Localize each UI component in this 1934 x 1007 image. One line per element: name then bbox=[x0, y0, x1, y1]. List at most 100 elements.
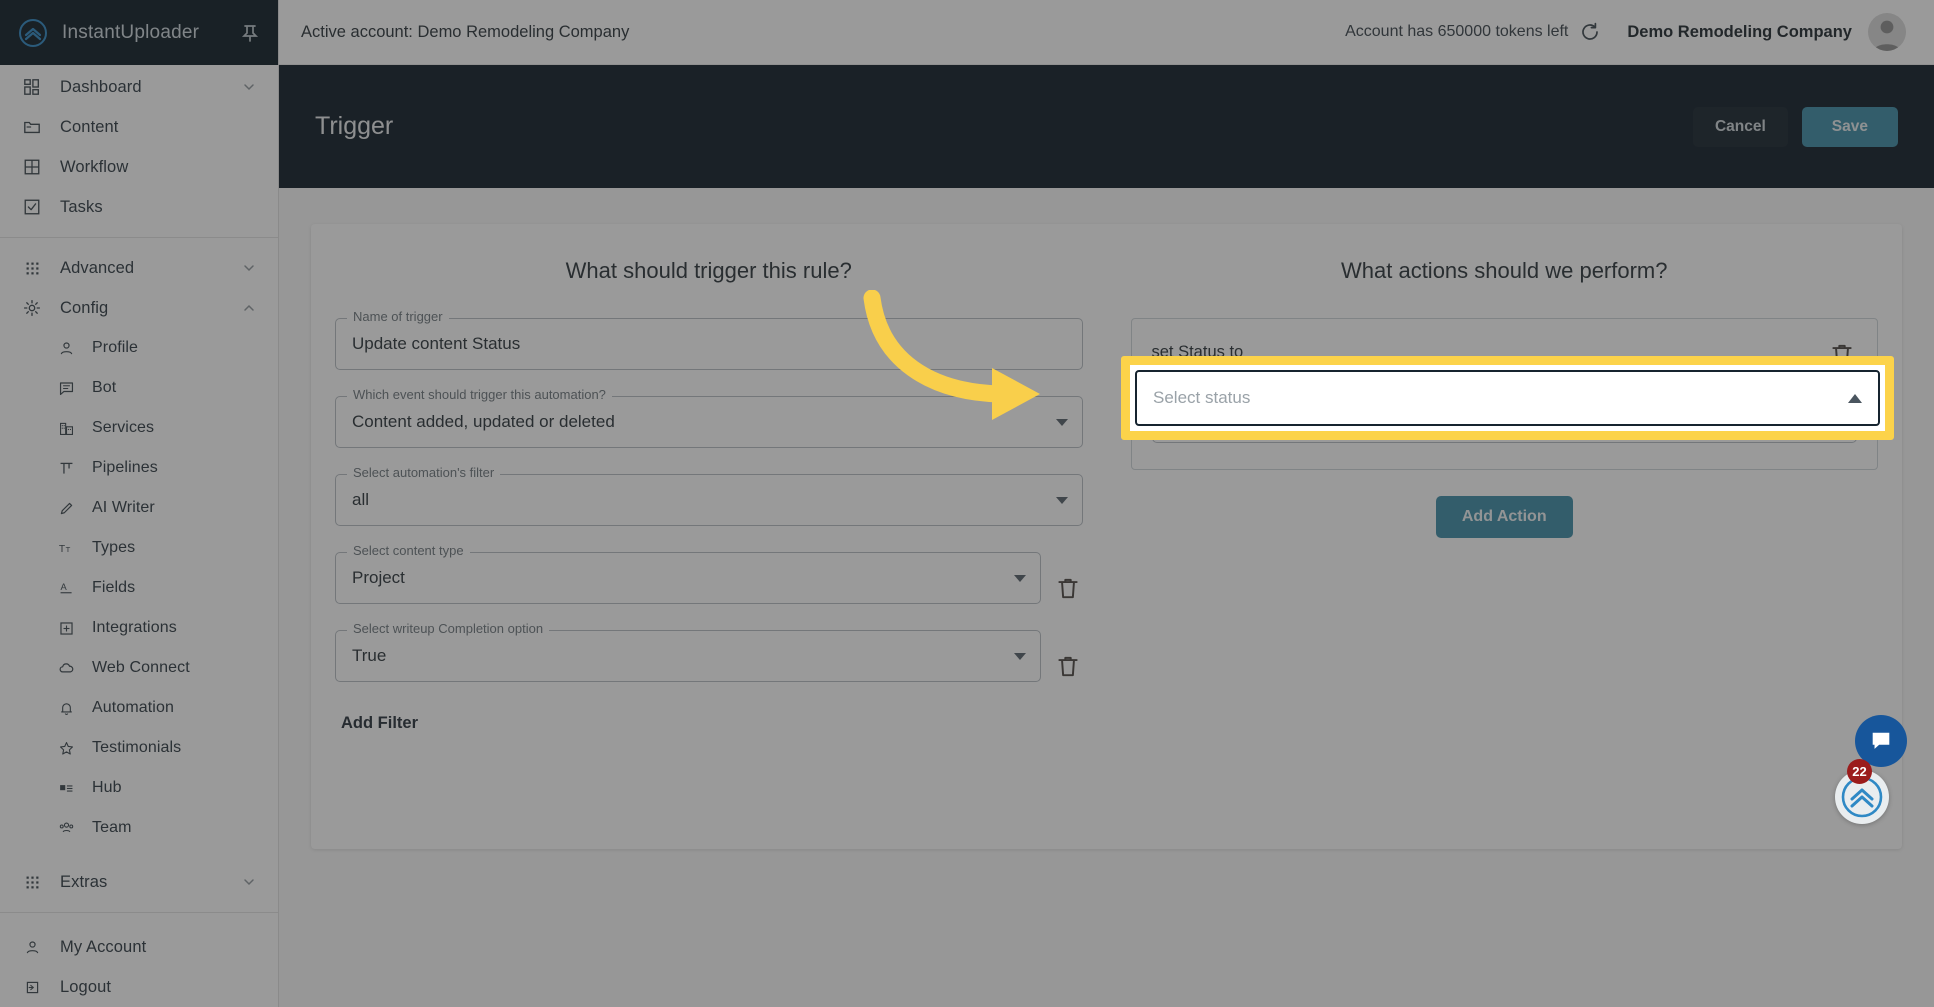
app-root: InstantUploader Dashboard Content Workfl… bbox=[0, 0, 1934, 1007]
chat-unread-badge: 22 bbox=[1847, 759, 1872, 784]
chevron-up-icon bbox=[242, 301, 256, 315]
chevron-down-icon[interactable] bbox=[1013, 652, 1026, 660]
pipeline-icon bbox=[56, 458, 76, 478]
sidebar-item-logout[interactable]: Logout bbox=[0, 967, 278, 1007]
sidebar-item-team[interactable]: Team bbox=[0, 808, 278, 848]
sidebar-item-my-account[interactable]: My Account bbox=[0, 927, 278, 967]
automation-filter-value[interactable]: all bbox=[352, 490, 1056, 510]
sidebar-group-advanced[interactable]: Advanced bbox=[0, 248, 278, 288]
bell-icon bbox=[56, 698, 76, 718]
filter-row-content-type: Select content type Project bbox=[335, 543, 1083, 630]
sidebar-item-profile[interactable]: Profile bbox=[0, 328, 278, 368]
save-button[interactable]: Save bbox=[1801, 106, 1898, 147]
event-select-value[interactable]: Content added, updated or deleted bbox=[352, 412, 1056, 432]
brand-name: InstantUploader bbox=[62, 21, 200, 43]
add-filter-button[interactable]: Add Filter bbox=[341, 714, 418, 733]
add-action-button[interactable]: Add Action bbox=[1435, 496, 1573, 538]
writeup-completion-value[interactable]: True bbox=[352, 646, 1014, 666]
chevron-down-icon[interactable] bbox=[1055, 418, 1068, 426]
cancel-button[interactable]: Cancel bbox=[1692, 106, 1788, 147]
field-legend: Select content type bbox=[347, 543, 470, 558]
sidebar-item-testimonials[interactable]: Testimonials bbox=[0, 728, 278, 768]
svg-text:T: T bbox=[65, 544, 70, 553]
field-writeup-completion[interactable]: Select writeup Completion option True bbox=[335, 621, 1041, 682]
trigger-heading: What should trigger this rule? bbox=[565, 258, 852, 283]
top-bar: Active account: Demo Remodeling Company … bbox=[279, 0, 1934, 65]
field-legend: Which event should trigger this automati… bbox=[347, 387, 612, 402]
sidebar-group-extras[interactable]: Extras bbox=[0, 862, 278, 902]
sidebar-item-dashboard[interactable]: Dashboard bbox=[0, 67, 278, 107]
pin-icon[interactable] bbox=[240, 23, 260, 43]
text-format-icon: TT bbox=[56, 538, 76, 558]
sidebar-item-label: Automation bbox=[92, 699, 174, 716]
gear-icon bbox=[22, 298, 42, 318]
pencil-icon bbox=[56, 498, 76, 518]
sidebar-item-services[interactable]: Services bbox=[0, 408, 278, 448]
sidebar-item-automation[interactable]: Automation bbox=[0, 688, 278, 728]
svg-text:A: A bbox=[60, 582, 67, 592]
double-chevron-up-circle-icon bbox=[18, 18, 48, 48]
logout-icon bbox=[22, 977, 42, 997]
person-icon bbox=[56, 338, 76, 358]
sidebar-item-label: Fields bbox=[92, 579, 136, 596]
sidebar-item-integrations[interactable]: Integrations bbox=[0, 608, 278, 648]
sidebar-item-web-connect[interactable]: Web Connect bbox=[0, 648, 278, 688]
refresh-icon[interactable] bbox=[1579, 21, 1601, 43]
field-name-of-trigger[interactable]: Name of trigger Update content Status bbox=[335, 309, 1083, 370]
field-legend: Name of trigger bbox=[347, 309, 449, 324]
chevron-down-icon[interactable] bbox=[1013, 574, 1026, 582]
sidebar-item-label: Team bbox=[92, 819, 132, 836]
sidebar-item-label: Testimonials bbox=[92, 739, 182, 756]
building-icon bbox=[56, 418, 76, 438]
trash-icon[interactable] bbox=[1055, 653, 1083, 681]
sidebar-item-label: Pipelines bbox=[92, 459, 158, 476]
status-select-dropdown[interactable]: Select status bbox=[1121, 356, 1894, 440]
sidebar-item-label: Tasks bbox=[60, 197, 103, 216]
company-name: Demo Remodeling Company bbox=[1627, 22, 1852, 41]
field-event-select[interactable]: Which event should trigger this automati… bbox=[335, 387, 1083, 448]
trash-icon[interactable] bbox=[1055, 575, 1083, 603]
sidebar-group-config[interactable]: Config bbox=[0, 288, 278, 328]
apps-grid-icon bbox=[22, 872, 42, 892]
apps-grid-icon bbox=[22, 258, 42, 278]
active-account-text: Active account: Demo Remodeling Company bbox=[301, 22, 630, 41]
sidebar-item-tasks[interactable]: Tasks bbox=[0, 187, 278, 227]
sidebar-item-label: Dashboard bbox=[60, 77, 142, 96]
sidebar-item-label: Logout bbox=[60, 977, 112, 996]
sidebar-item-types[interactable]: TT Types bbox=[0, 528, 278, 568]
add-action-wrapper: Add Action bbox=[1131, 496, 1879, 538]
chevron-down-icon bbox=[242, 875, 256, 889]
chevron-down-icon bbox=[242, 80, 256, 94]
sidebar-item-content[interactable]: Content bbox=[0, 107, 278, 147]
sidebar-item-label: My Account bbox=[60, 937, 147, 956]
sidebar-divider-bottom bbox=[0, 912, 278, 913]
sidebar: InstantUploader Dashboard Content Workfl… bbox=[0, 0, 279, 1007]
sidebar-item-fields[interactable]: A Fields bbox=[0, 568, 278, 608]
content-canvas: What should trigger this rule? Name of t… bbox=[279, 188, 1934, 849]
sidebar-item-label: Hub bbox=[92, 779, 122, 796]
trigger-name-input[interactable]: Update content Status bbox=[352, 334, 1068, 354]
token-balance-text: Account has 650000 tokens left bbox=[1345, 23, 1569, 40]
sidebar-item-ai-writer[interactable]: AI Writer bbox=[0, 488, 278, 528]
field-legend: Select automation's filter bbox=[347, 465, 501, 480]
plus-square-icon bbox=[56, 618, 76, 638]
brand-header: InstantUploader bbox=[0, 0, 278, 65]
avatar[interactable] bbox=[1868, 13, 1906, 51]
sidebar-item-workflow[interactable]: Workflow bbox=[0, 147, 278, 187]
sidebar-item-label: Profile bbox=[92, 339, 139, 356]
sidebar-item-hub[interactable]: Hub bbox=[0, 768, 278, 808]
field-content-type[interactable]: Select content type Project bbox=[335, 543, 1041, 604]
checkbox-icon bbox=[22, 197, 42, 217]
field-automation-filter[interactable]: Select automation's filter all bbox=[335, 465, 1083, 526]
article-icon bbox=[56, 778, 76, 798]
sidebar-item-pipelines[interactable]: Pipelines bbox=[0, 448, 278, 488]
content-type-value[interactable]: Project bbox=[352, 568, 1014, 588]
sidebar-item-label: Services bbox=[92, 419, 155, 436]
caret-up-icon[interactable] bbox=[1848, 393, 1862, 403]
sidebar-item-bot[interactable]: Bot bbox=[0, 368, 278, 408]
table-grid-icon bbox=[22, 157, 42, 177]
chevron-down-icon[interactable] bbox=[1055, 496, 1068, 504]
folder-icon bbox=[22, 117, 42, 137]
chat-lines-icon bbox=[56, 378, 76, 398]
actions-heading: What actions should we perform? bbox=[1341, 258, 1668, 283]
